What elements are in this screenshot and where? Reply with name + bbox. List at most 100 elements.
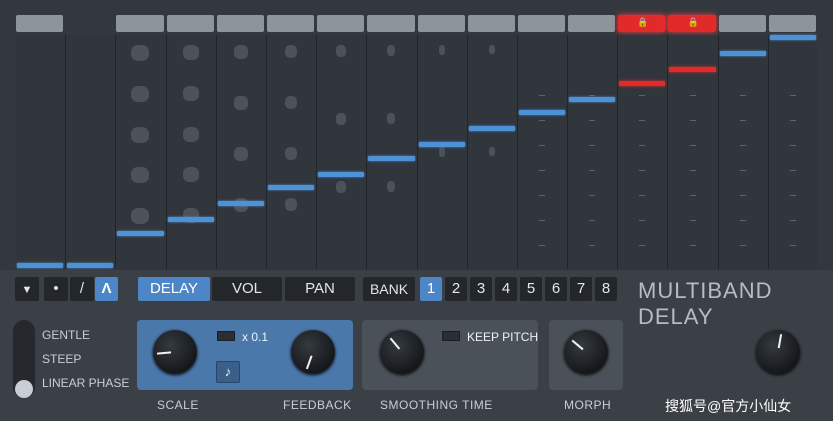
- waveform-shape: [488, 147, 495, 156]
- waveform-shape: [488, 45, 495, 54]
- band-level-bar-15[interactable]: [719, 50, 766, 56]
- delay-tick: [739, 245, 746, 246]
- band-tab-7[interactable]: [317, 15, 365, 32]
- band-separator: [516, 35, 518, 269]
- band-tab-13[interactable]: 🔒: [618, 15, 666, 32]
- band-level-bar-2[interactable]: [67, 263, 114, 268]
- delay-tick: [739, 220, 746, 221]
- feedback-knob[interactable]: [291, 330, 335, 374]
- slope-option-steep[interactable]: STEEP: [42, 352, 81, 366]
- band-tab-10[interactable]: [467, 15, 515, 32]
- music-note-icon[interactable]: ♪: [216, 361, 240, 383]
- band-tab-5[interactable]: [216, 15, 264, 32]
- x01-led[interactable]: [217, 331, 235, 341]
- output-knob[interactable]: [756, 330, 800, 374]
- band-tab-15[interactable]: [718, 15, 766, 32]
- shape-dot-button[interactable]: •: [44, 277, 68, 301]
- band-separator: [366, 35, 368, 269]
- band-level-bar-4[interactable]: [167, 217, 214, 223]
- morph-knob[interactable]: [564, 330, 608, 374]
- bank-6-button[interactable]: 6: [545, 277, 567, 301]
- bank-8-button[interactable]: 8: [595, 277, 617, 301]
- lock-icon: 🔒: [687, 17, 699, 27]
- shape-peak-button[interactable]: Λ: [95, 277, 118, 301]
- band-level-bar-8[interactable]: [368, 155, 415, 161]
- delay-tick: [538, 195, 545, 196]
- band-tab-8[interactable]: [367, 15, 415, 32]
- band-separator: [265, 35, 267, 269]
- band-level-bar-11[interactable]: [518, 110, 566, 116]
- waveform-shape: [233, 96, 248, 110]
- band-level-bar-12[interactable]: [569, 96, 616, 102]
- band-tab-11[interactable]: [517, 15, 566, 32]
- waveform-shape: [438, 147, 445, 157]
- waveform-shape: [336, 113, 347, 125]
- band-level-bar-6[interactable]: [267, 185, 315, 191]
- band-tab-3[interactable]: [116, 15, 164, 32]
- band-tab-12[interactable]: [568, 15, 616, 32]
- waveform-shape: [387, 45, 396, 56]
- shape-slope-button[interactable]: /: [70, 277, 94, 301]
- band-level-bar-14[interactable]: [669, 66, 716, 72]
- band-separator: [316, 35, 318, 269]
- morph-label: MORPH: [564, 398, 612, 412]
- keep-pitch-label: KEEP PITCH: [467, 330, 539, 344]
- band-level-bar-5[interactable]: [217, 201, 264, 207]
- band-tab-16[interactable]: [768, 15, 816, 32]
- delay-tick: [589, 95, 596, 96]
- slope-option-linear-phase[interactable]: LINEAR PHASE: [42, 376, 129, 390]
- triangle-down-icon: ▼: [21, 284, 33, 296]
- bank-1-button[interactable]: 1: [420, 277, 442, 301]
- keep-pitch-led[interactable]: [442, 331, 460, 341]
- band-level-bar-13[interactable]: [619, 80, 666, 86]
- waveform-shape: [438, 45, 445, 55]
- band-separator: [466, 35, 468, 269]
- waveform-shape: [131, 126, 150, 143]
- band-tab-2[interactable]: [66, 15, 114, 32]
- bank-2-button[interactable]: 2: [445, 277, 467, 301]
- waveform-shape: [285, 45, 298, 58]
- band-separator: [65, 35, 67, 269]
- band-delay-graph[interactable]: [15, 35, 818, 269]
- lock-icon: 🔒: [637, 17, 649, 27]
- tab-vol[interactable]: VOL: [212, 277, 282, 301]
- tab-pan[interactable]: PAN: [285, 277, 355, 301]
- band-level-bar-1[interactable]: [17, 263, 64, 268]
- waveform-shape: [131, 85, 150, 102]
- band-tab-14[interactable]: 🔒: [668, 15, 716, 32]
- waveform-shape: [182, 126, 199, 142]
- band-level-bar-7[interactable]: [318, 171, 365, 177]
- bank-4-button[interactable]: 4: [495, 277, 517, 301]
- band-tab-4[interactable]: [166, 15, 214, 32]
- band-level-bar-3[interactable]: [117, 231, 164, 237]
- delay-tick: [739, 145, 746, 146]
- band-separator: [667, 35, 669, 269]
- band-tab-1[interactable]: [16, 15, 64, 32]
- delay-tick: [639, 95, 646, 96]
- x01-label: x 0.1: [242, 330, 269, 344]
- menu-button[interactable]: ▼: [15, 277, 39, 301]
- band-editor-panel: 🔒 🔒: [0, 0, 833, 270]
- slope-option-gentle[interactable]: GENTLE: [42, 328, 90, 342]
- band-level-bar-9[interactable]: [418, 142, 465, 148]
- bank-5-button[interactable]: 5: [520, 277, 542, 301]
- band-tab-6[interactable]: [266, 15, 315, 32]
- bank-7-button[interactable]: 7: [570, 277, 592, 301]
- scale-knob[interactable]: [153, 330, 197, 374]
- scale-label: SCALE: [157, 398, 199, 412]
- band-level-bar-10[interactable]: [468, 126, 515, 132]
- delay-tick: [689, 220, 696, 221]
- slope-switch[interactable]: [13, 320, 35, 398]
- delay-tick: [639, 195, 646, 196]
- slope-switch-handle[interactable]: [15, 380, 33, 398]
- smoothing-time-knob[interactable]: [380, 330, 424, 374]
- delay-tick: [789, 145, 796, 146]
- bank-3-button[interactable]: 3: [470, 277, 492, 301]
- delay-tick: [789, 195, 796, 196]
- delay-tick: [639, 170, 646, 171]
- feedback-label: FEEDBACK: [283, 398, 352, 412]
- band-level-bar-16[interactable]: [769, 35, 816, 40]
- tab-delay[interactable]: DELAY: [138, 277, 210, 301]
- band-tab-9[interactable]: [417, 15, 465, 32]
- waveform-shape: [285, 147, 298, 160]
